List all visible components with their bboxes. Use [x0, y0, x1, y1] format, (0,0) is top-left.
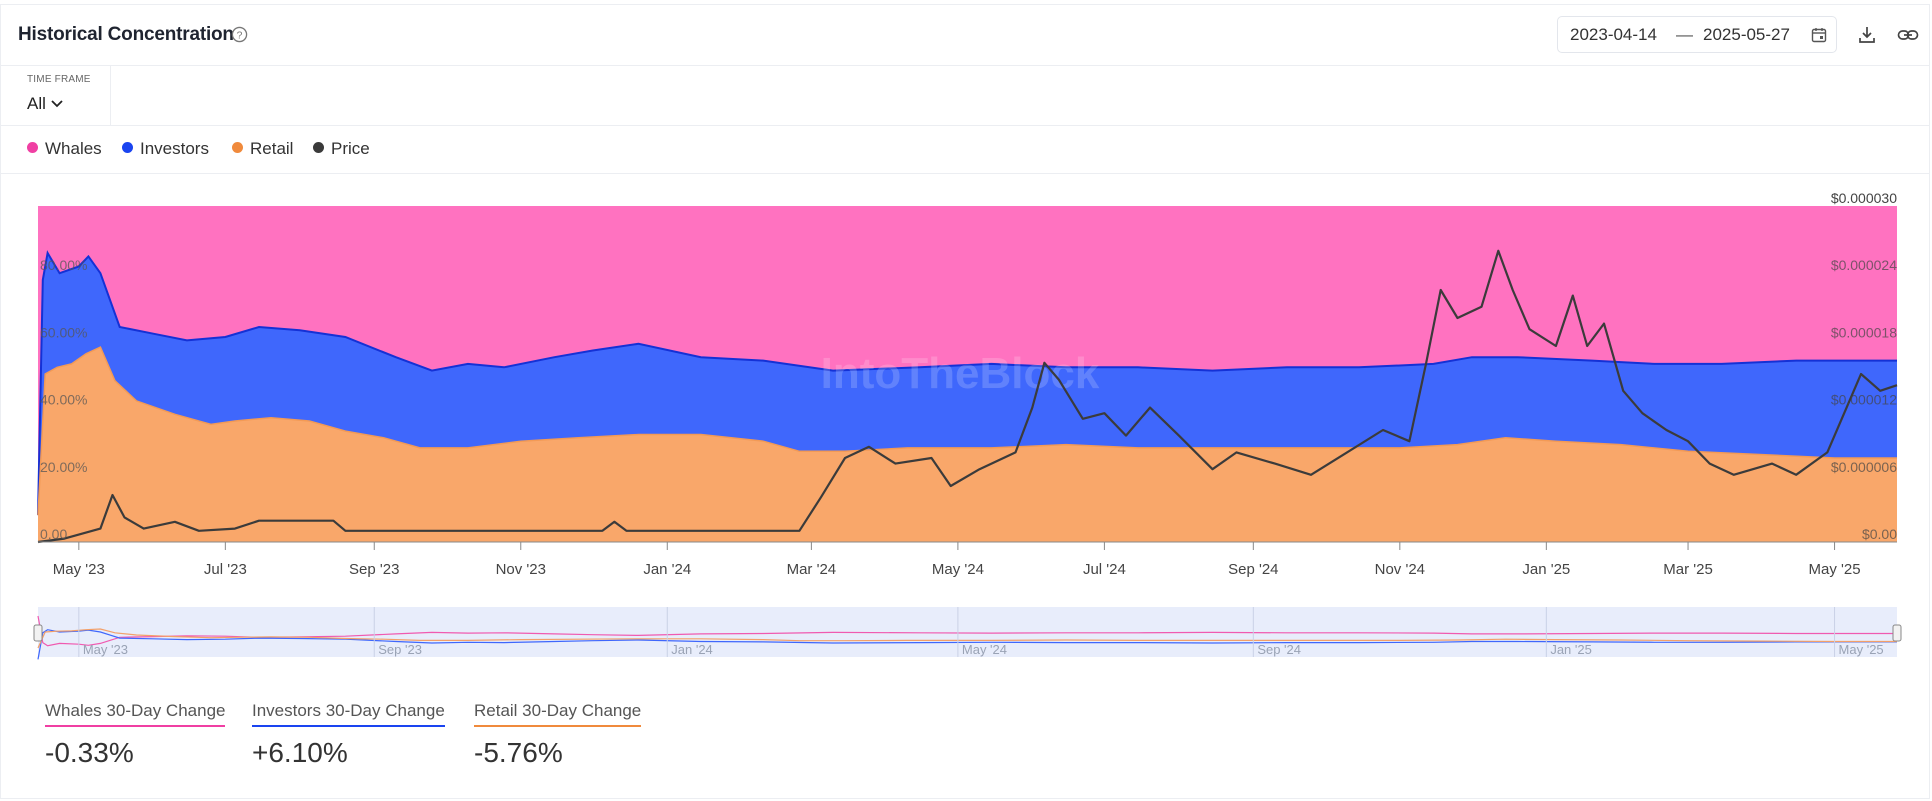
y-left-tick-label: 20.00% — [40, 459, 87, 475]
navigator-left-handle[interactable] — [33, 624, 43, 642]
y-right-tick-label: $0.000018 — [1831, 324, 1897, 340]
navigator-tick-label: Sep '23 — [378, 642, 422, 657]
navigator-tick-label: May '24 — [962, 642, 1007, 657]
x-tick-label: Nov '23 — [496, 561, 546, 578]
x-tick-label: Jan '25 — [1522, 561, 1570, 578]
retail-change-value: -5.76% — [474, 737, 563, 768]
x-tick-label: Nov '24 — [1375, 561, 1425, 578]
concentration-chart: IntoTheBlock 0.00 20.00% 40.00% 60.00% 80.00%… — [33, 190, 1902, 660]
navigator-tick-label: Jan '24 — [671, 642, 713, 657]
whales-change-value: -0.33% — [45, 737, 134, 768]
navigator-tick-label: Jan '25 — [1550, 642, 1592, 657]
navigator-right-handle[interactable] — [1892, 624, 1902, 642]
investors-change-label: Investors 30-Day Change — [252, 701, 445, 727]
whales-change-stat: Whales 30-Day Change -0.33% — [45, 701, 226, 769]
y-right-tick-label: $0.000030 — [1831, 190, 1897, 206]
navigator-tick-label: May '25 — [1839, 642, 1884, 657]
y-left-tick-label: 80.00% — [40, 257, 87, 273]
x-tick-label: May '23 — [53, 561, 105, 578]
x-tick-label: Jul '24 — [1083, 561, 1126, 578]
y-right-tick-label: $0.00 — [1862, 526, 1897, 542]
x-tick-label: Sep '23 — [349, 561, 399, 578]
retail-change-stat: Retail 30-Day Change -5.76% — [474, 701, 642, 769]
x-tick-label: Mar '24 — [787, 561, 837, 578]
watermark-text: IntoTheBlock — [821, 349, 1100, 398]
x-tick-label: Mar '25 — [1663, 561, 1713, 578]
y-right-tick-label: $0.000006 — [1831, 459, 1897, 475]
y-right-tick-label: $0.000012 — [1831, 392, 1897, 408]
x-tick-label: Sep '24 — [1228, 561, 1278, 578]
retail-change-label: Retail 30-Day Change — [474, 701, 642, 727]
y-right-tick-label: $0.000024 — [1831, 257, 1897, 273]
x-tick-label: Jan '24 — [643, 561, 691, 578]
navigator-tick-label: Sep '24 — [1257, 642, 1301, 657]
navigator-tick-label: May '23 — [83, 642, 128, 657]
y-left-tick-label: 40.00% — [40, 392, 87, 408]
whales-change-label: Whales 30-Day Change — [45, 701, 226, 727]
investors-change-value: +6.10% — [252, 737, 348, 768]
x-tick-label: May '25 — [1809, 561, 1861, 578]
x-tick-label: Jul '23 — [204, 561, 247, 578]
x-tick-label: May '24 — [932, 561, 984, 578]
y-left-tick-label: 60.00% — [40, 324, 87, 340]
y-left-tick-label: 0.00 — [40, 526, 67, 542]
investors-change-stat: Investors 30-Day Change +6.10% — [252, 701, 445, 769]
